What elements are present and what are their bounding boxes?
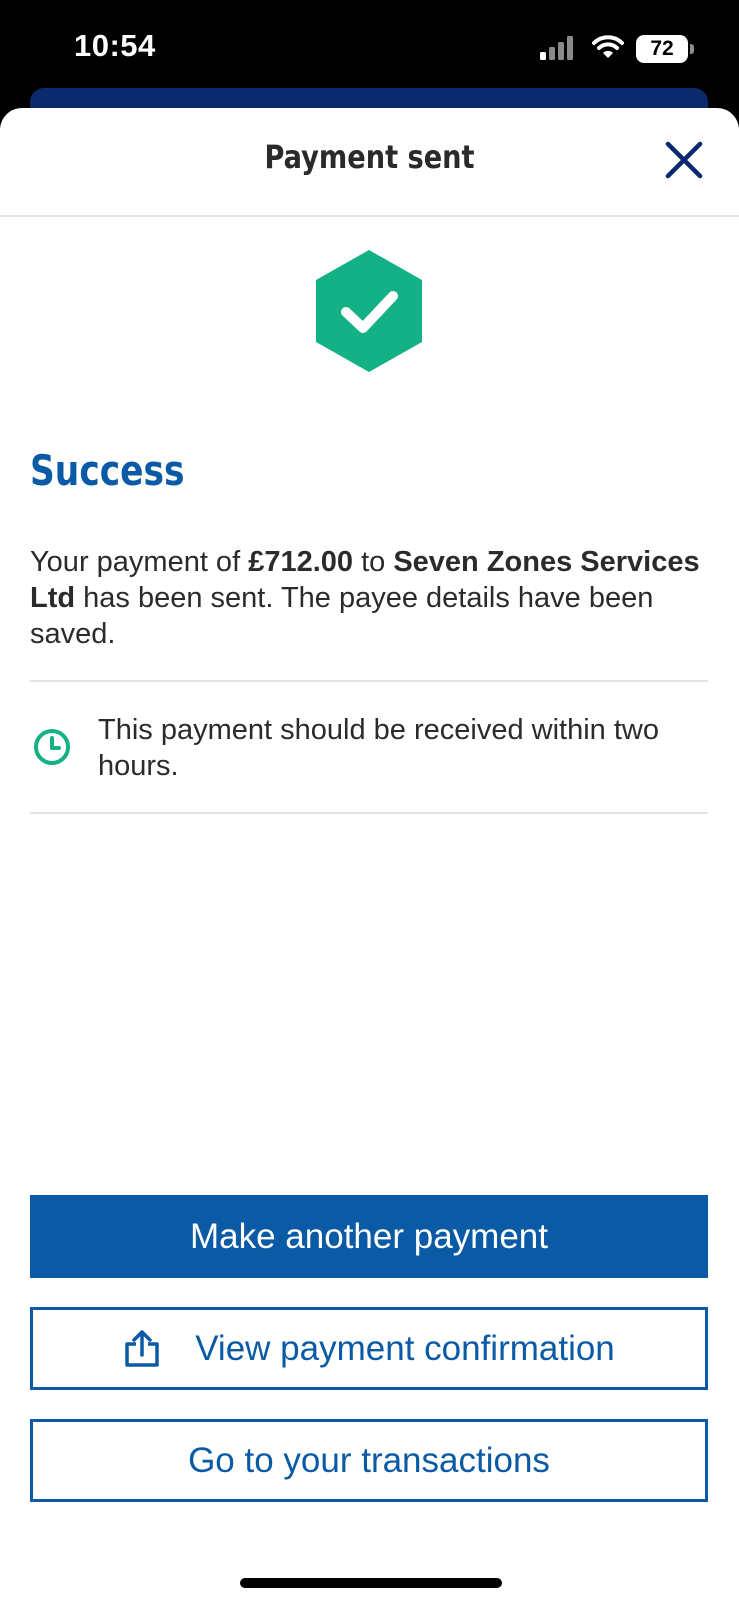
payment-message: Your payment of £712.00 to Seven Zones S… [30, 544, 710, 652]
close-icon[interactable] [662, 138, 706, 182]
make-another-payment-button[interactable]: Make another payment [30, 1195, 708, 1278]
divider-bottom [30, 812, 708, 814]
share-icon [125, 1329, 159, 1367]
page-title: Payment sent [264, 138, 475, 176]
view-payment-confirmation-button[interactable]: View payment confirmation [30, 1307, 708, 1390]
wifi-icon [592, 35, 624, 58]
success-heading: Success [30, 446, 185, 495]
make-another-payment-label: Make another payment [190, 1216, 548, 1256]
status-time: 10:54 [74, 28, 156, 63]
payment-amount: £712.00 [248, 546, 354, 578]
status-bar: 10:54 72 [0, 0, 739, 100]
battery-nub [690, 44, 694, 54]
sheet-header: Payment sent [0, 108, 739, 217]
clock-icon [34, 729, 70, 765]
success-check-icon [316, 250, 422, 372]
divider-top [30, 680, 708, 682]
payment-sent-sheet: Payment sent Success Your payment of £71… [0, 108, 739, 1600]
message-middle: to [353, 546, 394, 578]
delivery-note: This payment should be received within t… [98, 714, 659, 782]
home-indicator[interactable] [240, 1578, 502, 1588]
message-prefix: Your payment of [30, 546, 249, 578]
go-to-transactions-button[interactable]: Go to your transactions [30, 1419, 708, 1502]
battery-icon: 72 [636, 35, 688, 63]
message-suffix: has been sent. The payee details have be… [30, 582, 654, 650]
signal-icon [540, 36, 573, 60]
go-to-transactions-label: Go to your transactions [188, 1440, 550, 1480]
view-payment-confirmation-label: View payment confirmation [195, 1328, 615, 1368]
